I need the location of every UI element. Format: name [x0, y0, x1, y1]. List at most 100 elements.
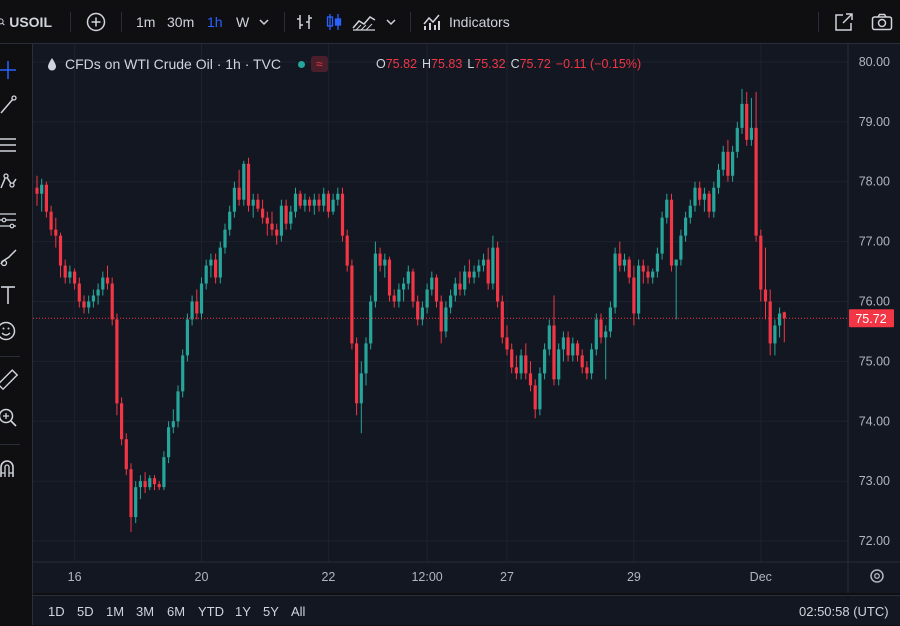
- x-tick-label: 12:00: [411, 570, 442, 584]
- candles-style-button[interactable]: [325, 0, 345, 44]
- price-chart[interactable]: 72.00 73.00 74.00 75.00 76.00 77.00 78.00 79.00…: [33, 44, 900, 593]
- plus-circle-icon: [86, 12, 106, 32]
- candle: [138, 475, 142, 500]
- candle-body: [679, 235, 683, 260]
- candle: [359, 361, 363, 434]
- candle: [702, 187, 706, 212]
- interval-w[interactable]: W: [236, 0, 249, 44]
- ruler-icon[interactable]: [0, 369, 22, 391]
- candle-body: [317, 199, 321, 206]
- y-tick-label: 78.00: [859, 175, 890, 189]
- interval-1h[interactable]: 1h: [207, 0, 223, 44]
- candle: [707, 190, 711, 218]
- candle: [712, 181, 716, 218]
- candle-body: [115, 319, 119, 404]
- candle: [575, 340, 580, 362]
- area-chart-icon: [352, 16, 376, 31]
- range-all[interactable]: All: [291, 596, 305, 626]
- candle: [82, 295, 86, 314]
- candle-body: [209, 259, 213, 266]
- candle-body: [453, 283, 457, 296]
- range-3m[interactable]: 3M: [136, 596, 154, 626]
- magnet-icon[interactable]: [0, 458, 22, 480]
- indicators-label: Indicators: [449, 14, 510, 30]
- candle: [514, 355, 518, 380]
- candle-body: [58, 235, 63, 266]
- candle: [477, 259, 481, 278]
- crosshair-icon[interactable]: [0, 59, 22, 81]
- candle: [481, 253, 486, 272]
- divider: [818, 12, 819, 32]
- range-5y[interactable]: 5Y: [263, 596, 279, 626]
- oil-drop-icon: [48, 58, 56, 71]
- candle-body: [373, 253, 377, 302]
- candle-body: [378, 253, 382, 266]
- range-1m[interactable]: 1M: [106, 596, 124, 626]
- utc-clock[interactable]: 02:50:58 (UTC): [799, 596, 889, 626]
- candle-body: [778, 313, 782, 326]
- candle-body: [134, 487, 138, 518]
- chevron-down-icon: [259, 19, 269, 26]
- pattern-tool-icon[interactable]: [0, 171, 22, 193]
- range-5d[interactable]: 5D: [77, 596, 94, 626]
- y-tick-label: 72.00: [859, 534, 890, 548]
- candle-body: [496, 247, 500, 302]
- candle: [326, 190, 330, 218]
- candle: [430, 271, 434, 296]
- candle-body: [749, 127, 753, 140]
- bar-style-button[interactable]: [296, 0, 316, 44]
- candle: [557, 343, 561, 386]
- symbol-search[interactable]: USOIL: [0, 0, 52, 44]
- interval-30m[interactable]: 30m: [167, 0, 194, 44]
- candle-body: [594, 319, 598, 350]
- settings-gear-icon[interactable]: [870, 569, 884, 583]
- candle: [303, 193, 307, 212]
- candle: [68, 265, 72, 284]
- chart-pane[interactable]: 72.00 73.00 74.00 75.00 76.00 77.00 78.00 79.00…: [33, 44, 900, 593]
- compare-add-button[interactable]: [86, 0, 108, 44]
- candle: [416, 295, 420, 326]
- candle: [134, 481, 138, 524]
- candle: [373, 241, 377, 308]
- candle-body: [340, 193, 345, 236]
- brush-icon[interactable]: [0, 247, 22, 269]
- candle: [740, 88, 744, 134]
- candle-body: [641, 265, 645, 272]
- screenshot-button[interactable]: [871, 0, 895, 44]
- range-ytd[interactable]: YTD: [198, 596, 224, 626]
- interval-dropdown[interactable]: [258, 0, 272, 44]
- candle: [491, 235, 495, 290]
- candle: [392, 289, 396, 308]
- candle-body: [185, 319, 189, 356]
- legend-badge[interactable]: ≈: [311, 56, 328, 72]
- candle-body: [477, 265, 481, 272]
- candle: [759, 229, 763, 302]
- candle-body: [463, 271, 467, 290]
- text-tool-icon[interactable]: [0, 284, 22, 306]
- candle: [143, 472, 147, 494]
- smiley-icon[interactable]: [0, 320, 22, 342]
- range-6m[interactable]: 6M: [167, 596, 185, 626]
- horizontal-lines-icon[interactable]: [0, 134, 22, 156]
- area-style-button[interactable]: [352, 0, 378, 44]
- candle: [641, 259, 645, 284]
- chart-style-dropdown[interactable]: [385, 0, 399, 44]
- candle-body: [143, 481, 147, 488]
- trend-line-icon[interactable]: [0, 94, 22, 116]
- range-1d[interactable]: 1D: [48, 596, 65, 626]
- candle: [472, 265, 476, 284]
- candle: [355, 337, 359, 416]
- fib-tool-icon[interactable]: [0, 209, 22, 231]
- candle: [190, 295, 194, 326]
- zoom-in-icon[interactable]: [0, 407, 22, 429]
- indicators-button[interactable]: Indicators: [422, 0, 510, 44]
- candle-body: [237, 187, 241, 200]
- range-1y[interactable]: 1Y: [235, 596, 251, 626]
- interval-1m[interactable]: 1m: [136, 0, 155, 44]
- candle-body: [439, 301, 443, 332]
- candle: [773, 319, 777, 356]
- fullscreen-button[interactable]: [834, 0, 856, 44]
- candle: [148, 475, 152, 491]
- candle-body: [246, 163, 251, 206]
- candle-body: [402, 283, 406, 290]
